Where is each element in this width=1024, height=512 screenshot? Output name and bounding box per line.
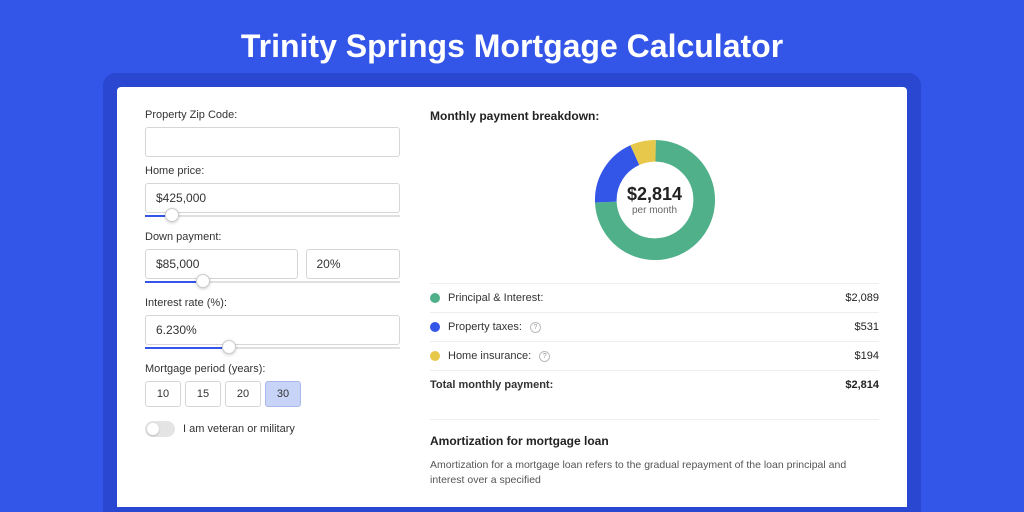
breakdown-title: Monthly payment breakdown: bbox=[430, 109, 879, 123]
line-label: Principal & Interest: bbox=[448, 292, 543, 304]
period-buttons: 10 15 20 30 bbox=[145, 381, 400, 407]
period-label: Mortgage period (years): bbox=[145, 363, 400, 375]
amortization-section: Amortization for mortgage loan Amortizat… bbox=[430, 419, 879, 487]
dot-icon bbox=[430, 351, 440, 361]
zip-label: Property Zip Code: bbox=[145, 109, 400, 121]
breakdown-panel: Monthly payment breakdown: $2,814 per mo… bbox=[430, 109, 879, 485]
dot-icon bbox=[430, 322, 440, 332]
home-price-input[interactable] bbox=[145, 183, 400, 213]
dot-icon bbox=[430, 293, 440, 303]
line-value: $2,089 bbox=[845, 292, 879, 304]
form-panel: Property Zip Code: Home price: Down paym… bbox=[145, 109, 400, 485]
slider-thumb[interactable] bbox=[196, 274, 210, 288]
period-btn-30[interactable]: 30 bbox=[265, 381, 301, 407]
total-value: $2,814 bbox=[845, 379, 879, 391]
down-payment-input[interactable] bbox=[145, 249, 298, 279]
veteran-row: I am veteran or military bbox=[145, 421, 400, 437]
donut-period: per month bbox=[627, 205, 682, 216]
zip-input[interactable] bbox=[145, 127, 400, 157]
calculator-card: Property Zip Code: Home price: Down paym… bbox=[117, 87, 907, 507]
period-field: Mortgage period (years): 10 15 20 30 bbox=[145, 363, 400, 407]
home-price-slider[interactable] bbox=[145, 211, 400, 221]
amortization-title: Amortization for mortgage loan bbox=[430, 434, 879, 448]
amortization-text: Amortization for a mortgage loan refers … bbox=[430, 458, 879, 487]
line-value: $531 bbox=[855, 321, 879, 333]
veteran-label: I am veteran or military bbox=[183, 423, 295, 435]
donut-center: $2,814 per month bbox=[627, 184, 682, 216]
down-payment-slider[interactable] bbox=[145, 277, 400, 287]
info-icon[interactable]: ? bbox=[530, 322, 541, 333]
donut-amount: $2,814 bbox=[627, 184, 682, 205]
period-btn-20[interactable]: 20 bbox=[225, 381, 261, 407]
veteran-toggle[interactable] bbox=[145, 421, 175, 437]
period-btn-15[interactable]: 15 bbox=[185, 381, 221, 407]
line-label: Home insurance: bbox=[448, 350, 531, 362]
zip-field: Property Zip Code: bbox=[145, 109, 400, 157]
interest-input[interactable] bbox=[145, 315, 400, 345]
interest-label: Interest rate (%): bbox=[145, 297, 400, 309]
down-payment-field: Down payment: bbox=[145, 231, 400, 287]
interest-field: Interest rate (%): bbox=[145, 297, 400, 353]
interest-slider[interactable] bbox=[145, 343, 400, 353]
slider-thumb[interactable] bbox=[165, 208, 179, 222]
page-title: Trinity Springs Mortgage Calculator bbox=[0, 0, 1024, 87]
down-payment-pct-input[interactable] bbox=[306, 249, 401, 279]
home-price-field: Home price: bbox=[145, 165, 400, 221]
line-insurance: Home insurance: ? $194 bbox=[430, 341, 879, 370]
info-icon[interactable]: ? bbox=[539, 351, 550, 362]
line-principal: Principal & Interest: $2,089 bbox=[430, 283, 879, 312]
line-total: Total monthly payment: $2,814 bbox=[430, 370, 879, 399]
period-btn-10[interactable]: 10 bbox=[145, 381, 181, 407]
slider-thumb[interactable] bbox=[222, 340, 236, 354]
line-taxes: Property taxes: ? $531 bbox=[430, 312, 879, 341]
total-label: Total monthly payment: bbox=[430, 379, 553, 391]
line-label: Property taxes: bbox=[448, 321, 522, 333]
home-price-label: Home price: bbox=[145, 165, 400, 177]
down-payment-label: Down payment: bbox=[145, 231, 400, 243]
line-value: $194 bbox=[855, 350, 879, 362]
donut-chart-area: $2,814 per month bbox=[430, 135, 879, 265]
donut-chart: $2,814 per month bbox=[590, 135, 720, 265]
